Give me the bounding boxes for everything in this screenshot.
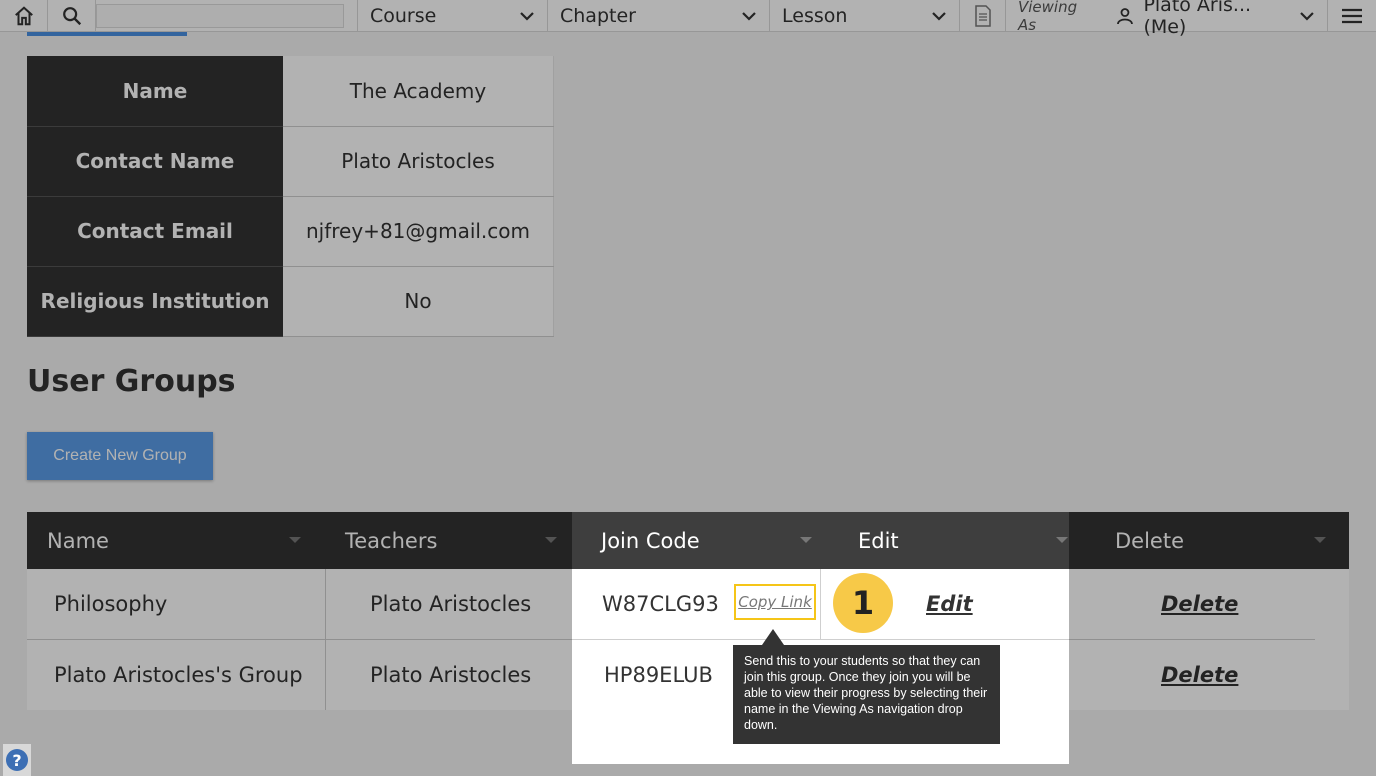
- home-icon: [14, 5, 33, 25]
- spotlight-header: Join Code Edit: [572, 512, 1069, 569]
- viewing-as-dropdown[interactable]: Viewing As Plato Aris... (Me): [1006, 0, 1328, 38]
- sort-caret-icon[interactable]: [800, 537, 812, 543]
- info-value: Plato Aristocles: [283, 126, 554, 197]
- top-nav: Course Chapter Lesson Viewing As Plato A…: [0, 0, 1376, 38]
- info-label: Religious Institution: [27, 266, 283, 337]
- sort-caret-icon[interactable]: [1056, 537, 1068, 543]
- join-code: HP89ELUB: [604, 663, 713, 687]
- group-teachers: Plato Aristocles: [370, 663, 532, 687]
- course-label: Course: [370, 4, 437, 27]
- search-icon: [62, 6, 81, 25]
- info-label: Name: [27, 56, 283, 127]
- info-value: No: [283, 266, 554, 337]
- column-header-edit[interactable]: Edit: [858, 512, 899, 569]
- tooltip-arrow: [762, 629, 784, 645]
- group-name: Plato Aristocles's Group: [54, 663, 303, 687]
- delete-link[interactable]: Delete: [1161, 569, 1238, 639]
- lesson-dropdown[interactable]: Lesson: [770, 0, 960, 32]
- info-value: The Academy: [283, 56, 554, 127]
- info-row: Contact Email njfrey+81@gmail.com: [27, 196, 554, 267]
- info-row: Name The Academy: [27, 56, 554, 127]
- scrolled-button-edge[interactable]: [27, 32, 187, 36]
- chevron-down-icon: [1300, 11, 1314, 21]
- search-field-wrap: [96, 0, 358, 32]
- tour-step-badge: 1: [833, 573, 893, 633]
- info-row: Contact Name Plato Aristocles: [27, 126, 554, 197]
- organization-info-table: Name The Academy Contact Name Plato Aris…: [27, 56, 554, 337]
- join-code: W87CLG93: [602, 592, 719, 616]
- group-teachers: Plato Aristocles: [370, 592, 532, 616]
- edit-link[interactable]: Edit: [926, 569, 973, 639]
- home-button[interactable]: [0, 0, 48, 32]
- person-icon: [1116, 7, 1133, 24]
- sort-caret-icon[interactable]: [289, 537, 301, 543]
- help-button[interactable]: ?: [3, 744, 31, 776]
- create-group-button[interactable]: Create New Group: [27, 432, 213, 480]
- column-header-join-code[interactable]: Join Code: [601, 512, 700, 569]
- hamburger-menu-icon: [1342, 8, 1362, 23]
- chevron-down-icon: [932, 11, 946, 21]
- sort-caret-icon[interactable]: [1314, 537, 1326, 543]
- column-divider: [820, 569, 821, 639]
- viewing-as-label: Viewing As: [1018, 0, 1078, 34]
- column-header-delete[interactable]: Delete: [1115, 512, 1184, 569]
- search-input[interactable]: [96, 3, 344, 28]
- search-button[interactable]: [48, 0, 96, 32]
- column-header-teachers[interactable]: Teachers: [345, 512, 437, 569]
- copy-link-button[interactable]: Copy Link: [734, 584, 816, 620]
- viewing-as-user: Plato Aris... (Me): [1116, 0, 1300, 38]
- course-dropdown[interactable]: Course: [358, 0, 548, 32]
- viewing-as-user-name: Plato Aris... (Me): [1143, 0, 1252, 38]
- help-icon: ?: [6, 749, 28, 771]
- notes-button[interactable]: [960, 0, 1006, 32]
- chevron-down-icon: [520, 11, 534, 21]
- chapter-label: Chapter: [560, 4, 636, 27]
- info-value: njfrey+81@gmail.com: [283, 196, 554, 267]
- chapter-dropdown[interactable]: Chapter: [548, 0, 770, 32]
- column-header-name[interactable]: Name: [47, 512, 109, 569]
- info-label: Contact Email: [27, 196, 283, 267]
- delete-link[interactable]: Delete: [1161, 640, 1238, 710]
- document-icon: [974, 4, 991, 27]
- chevron-down-icon: [742, 11, 756, 21]
- sort-caret-icon[interactable]: [545, 537, 557, 543]
- section-title: User Groups: [27, 364, 236, 399]
- tour-tooltip: Send this to your students so that they …: [733, 645, 1000, 744]
- group-name: Philosophy: [54, 592, 168, 616]
- info-label: Contact Name: [27, 126, 283, 197]
- menu-button[interactable]: [1328, 0, 1376, 32]
- lesson-label: Lesson: [782, 4, 848, 27]
- info-row: Religious Institution No: [27, 266, 554, 337]
